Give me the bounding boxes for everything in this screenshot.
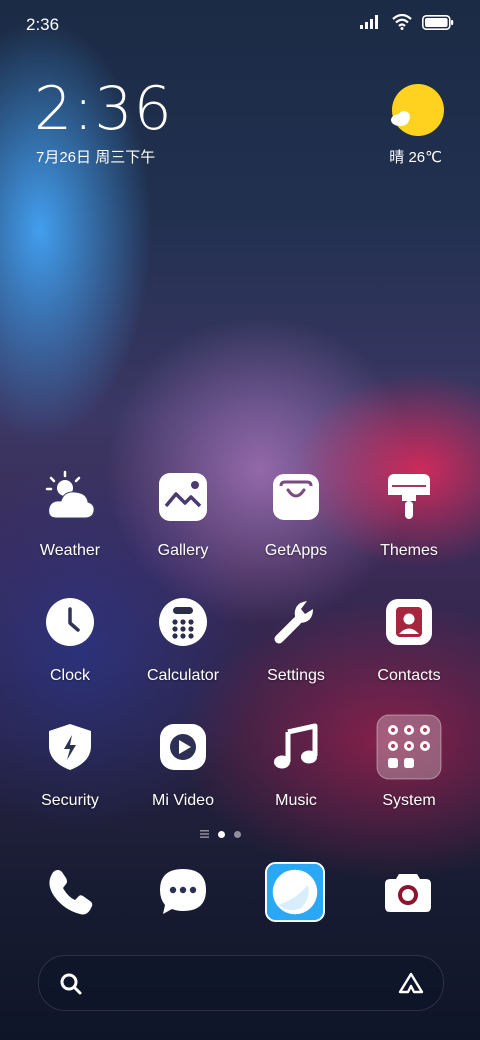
phone-icon bbox=[49, 870, 93, 915]
app-label: Clock bbox=[49, 667, 90, 684]
search-icon[interactable] bbox=[59, 972, 83, 996]
app-clock[interactable]: Clock bbox=[14, 595, 126, 685]
widget-date: 7月26日 周三下午 bbox=[36, 149, 156, 166]
dock-camera[interactable] bbox=[378, 862, 438, 922]
widget-clock-time[interactable]: 2:36 bbox=[34, 74, 173, 144]
weather-text: 晴 26℃ bbox=[389, 149, 442, 166]
page-dot bbox=[234, 830, 241, 838]
app-label: GetApps bbox=[264, 542, 328, 559]
camera-icon bbox=[385, 874, 431, 912]
app-label: Music bbox=[275, 792, 317, 809]
contacts-icon bbox=[382, 595, 436, 649]
system-folder-icon bbox=[376, 714, 442, 780]
page-indicator[interactable] bbox=[200, 830, 241, 838]
app-security[interactable]: Security bbox=[14, 720, 126, 810]
weather-widget[interactable] bbox=[386, 84, 446, 145]
wifi-icon bbox=[392, 14, 412, 30]
app-label: Weather bbox=[39, 542, 101, 559]
dock-phone[interactable] bbox=[40, 862, 100, 922]
sun-cloud-icon bbox=[391, 84, 444, 136]
app-label: Themes bbox=[380, 542, 438, 559]
page-dot-active bbox=[218, 830, 225, 838]
signal-icon bbox=[360, 15, 378, 29]
calculator-icon bbox=[156, 595, 210, 649]
dock-messages[interactable] bbox=[153, 862, 213, 922]
getapps-icon bbox=[269, 470, 323, 524]
app-music[interactable]: Music bbox=[240, 720, 352, 810]
app-themes[interactable]: Themes bbox=[353, 470, 465, 560]
app-label: Settings bbox=[267, 667, 325, 684]
dock-browser[interactable] bbox=[265, 862, 325, 922]
app-contacts[interactable]: Contacts bbox=[353, 595, 465, 685]
app-getapps[interactable]: GetApps bbox=[240, 470, 352, 560]
messages-icon bbox=[160, 869, 206, 914]
gallery-icon bbox=[156, 470, 210, 524]
app-settings[interactable]: Settings bbox=[240, 595, 352, 685]
app-gallery[interactable]: Gallery bbox=[127, 470, 239, 560]
app-label: Contacts bbox=[377, 667, 441, 684]
assistant-icon[interactable] bbox=[397, 971, 425, 995]
mi-video-icon bbox=[156, 720, 210, 774]
app-weather[interactable]: Weather bbox=[14, 470, 126, 560]
page-list-icon bbox=[200, 830, 209, 838]
search-bar[interactable] bbox=[38, 955, 444, 1011]
app-system-folder[interactable]: System bbox=[353, 714, 465, 810]
app-label: System bbox=[382, 792, 436, 809]
app-label: Calculator bbox=[146, 667, 220, 684]
app-mi-video[interactable]: Mi Video bbox=[127, 720, 239, 810]
app-calculator[interactable]: Calculator bbox=[127, 595, 239, 685]
status-icons bbox=[360, 14, 454, 30]
security-icon bbox=[43, 720, 97, 774]
themes-icon bbox=[382, 470, 436, 524]
app-label: Security bbox=[41, 792, 99, 809]
music-icon bbox=[269, 720, 323, 774]
battery-icon bbox=[422, 14, 454, 30]
status-time: 2:36 bbox=[26, 15, 60, 34]
app-label: Gallery bbox=[157, 542, 209, 559]
app-label: Mi Video bbox=[152, 792, 214, 809]
clock-icon bbox=[43, 595, 97, 649]
weather-icon bbox=[43, 470, 97, 524]
settings-icon bbox=[269, 595, 323, 649]
browser-icon bbox=[265, 862, 325, 922]
